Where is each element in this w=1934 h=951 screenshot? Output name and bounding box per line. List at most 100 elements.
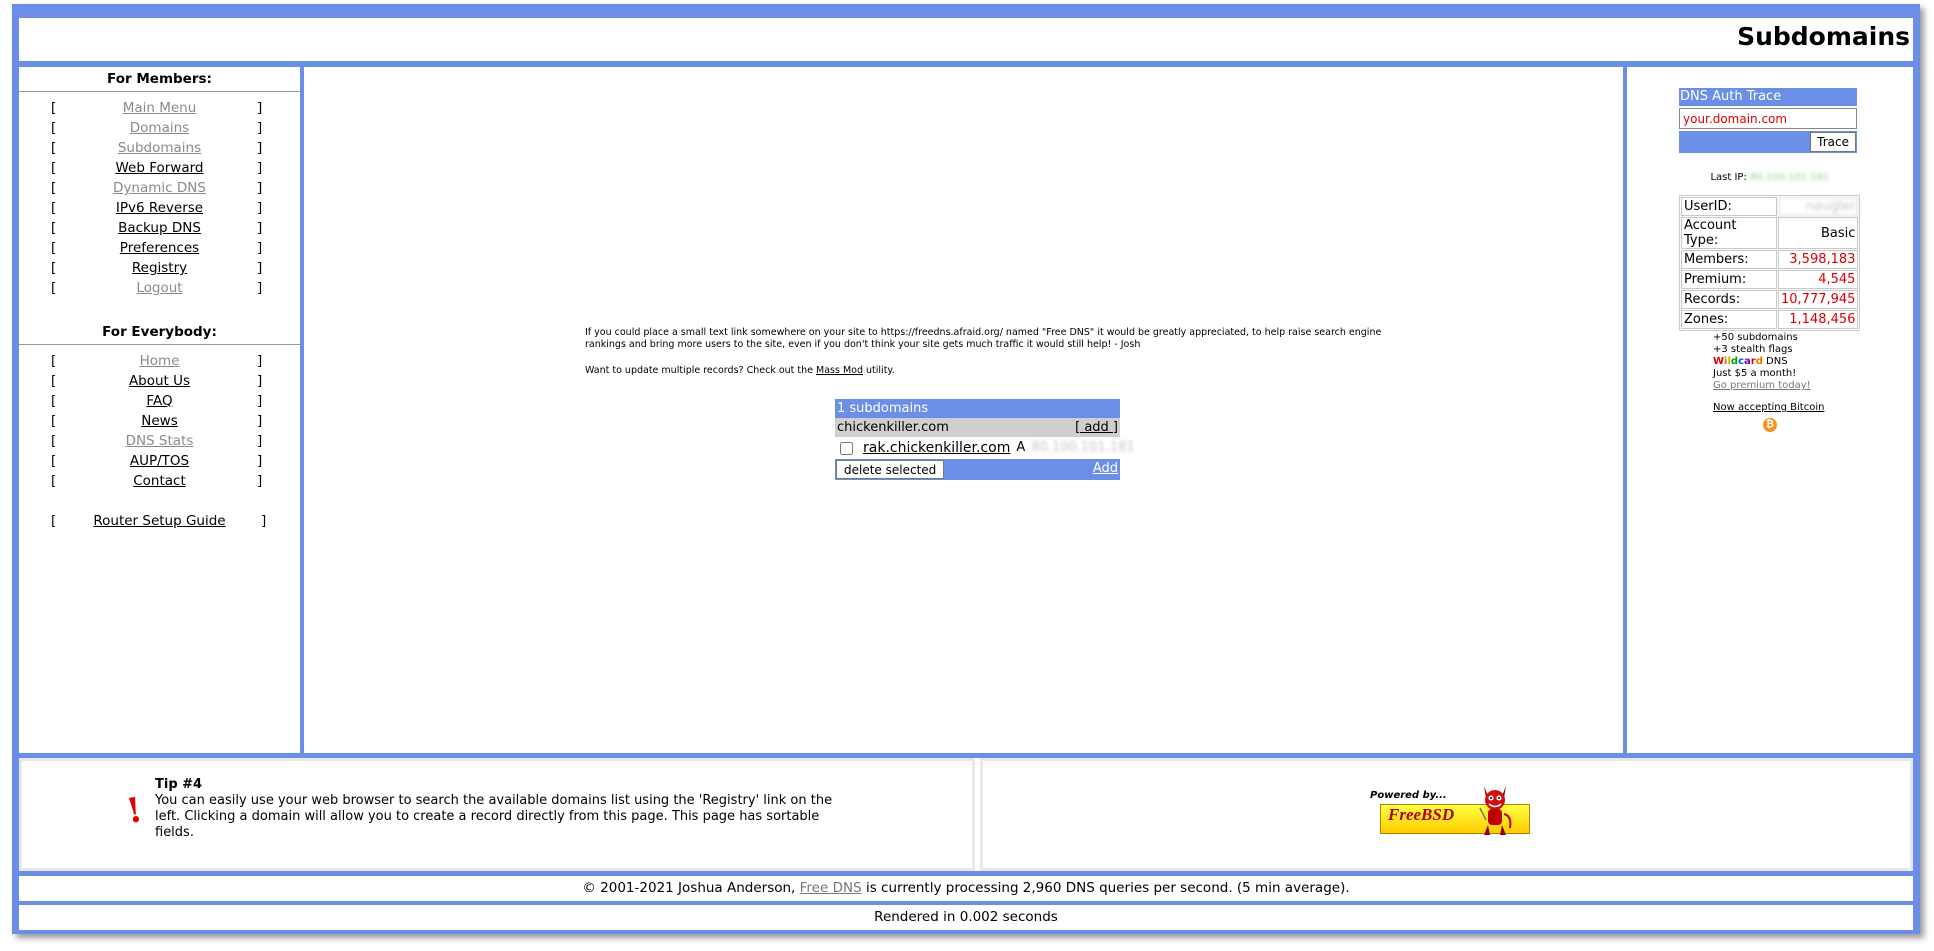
bracket-close: ] — [261, 513, 267, 529]
nav-item-aup-tos: [AUP/TOS] — [19, 451, 300, 471]
bitcoin-link[interactable]: Now accepting Bitcoin — [1713, 402, 1824, 413]
nav-item-registry: [Registry] — [19, 258, 300, 278]
bracket-close: ] — [257, 120, 263, 136]
promo-wildcard-line: Wildcard DNS — [1713, 356, 1824, 368]
go-premium-link[interactable]: Go premium today! — [1713, 380, 1811, 391]
zone-row: chickenkiller.com [ add ] — [835, 418, 1120, 437]
freebsd-text: FreeBSD — [1388, 805, 1455, 824]
trace-button-row: Trace — [1679, 131, 1857, 153]
bracket-close: ] — [257, 240, 263, 256]
promo-line: +50 subdomains — [1713, 332, 1798, 343]
stat-row: UserID: naugler — [1681, 197, 1859, 216]
record-row: rak.chickenkiller.com A 80.100.101.181 — [835, 437, 1135, 459]
nav-item-faq: [FAQ] — [19, 391, 300, 411]
powered-by-text: Powered by... — [1370, 790, 1447, 801]
stat-row: Members: 3,598,183 — [1681, 250, 1859, 269]
nav-item-news: [News] — [19, 411, 300, 431]
nav-item-about-us: [About Us] — [19, 371, 300, 391]
bracket-close: ] — [257, 100, 263, 116]
premium-promo: +50 subdomains +3 stealth flags Wildcard… — [1713, 332, 1824, 432]
promo-line: Just $5 a month! — [1713, 368, 1797, 379]
trace-title: DNS Auth Trace — [1679, 88, 1857, 106]
mass-mod-suffix: utility. — [863, 365, 895, 376]
freebsd-badge[interactable]: Powered by... FreeBSD — [1370, 780, 1530, 848]
stat-value: naugler — [1778, 197, 1859, 216]
record-host-link[interactable]: rak.chickenkiller.com — [863, 437, 1010, 459]
zone-add-link[interactable]: [ add ] — [1075, 418, 1118, 437]
account-stats-table: UserID: naugler Account Type: Basic Member… — [1679, 195, 1861, 331]
dns-trace-panel: DNS Auth Trace Trace — [1679, 88, 1857, 153]
stat-value: Basic — [1778, 217, 1859, 249]
last-ip-label: Last IP: — [1710, 172, 1747, 183]
bracket-close: ] — [257, 413, 263, 429]
sidebar: For Members: [Main Menu] [Domains] [Subd… — [19, 67, 300, 753]
last-ip-value: 80.100.101.181 — [1750, 172, 1830, 183]
mass-mod-prefix: Want to update multiple records? Check o… — [585, 365, 817, 376]
bracket-close: ] — [257, 353, 263, 369]
title-bar: Subdomains — [19, 18, 1913, 61]
everybody-heading: For Everybody: — [102, 324, 217, 340]
delete-selected-button[interactable]: delete selected — [836, 460, 945, 479]
bracket-close: ] — [257, 393, 263, 409]
stat-key: Premium: — [1681, 270, 1777, 289]
tip-title: Tip #4 — [155, 777, 203, 792]
divider — [19, 344, 300, 345]
bracket-close: ] — [257, 473, 263, 489]
stat-row: Account Type: Basic — [1681, 217, 1859, 249]
nav-item-ipv6-reverse: [IPv6 Reverse] — [19, 198, 300, 218]
divider — [19, 91, 300, 92]
render-time-footer: Rendered in 0.002 seconds — [19, 905, 1913, 930]
stat-row: Records: 10,777,945 — [1681, 290, 1859, 309]
nav-item-preferences: [Preferences] — [19, 238, 300, 258]
nav-item-domains: [Domains] — [19, 118, 300, 138]
promo-line: +3 stealth flags — [1713, 344, 1793, 355]
bitcoin-notice: Now accepting Bitcoin ₿ — [1713, 402, 1824, 432]
bracket-close: ] — [257, 140, 263, 156]
copyright-footer: © 2001-2021 Joshua Anderson, Free DNS is… — [19, 876, 1913, 901]
subdomains-table: 1 subdomains chickenkiller.com [ add ] r… — [835, 399, 1135, 480]
nav-item-subdomains: [Subdomains] — [19, 138, 300, 158]
bracket-close: ] — [257, 220, 263, 236]
trace-domain-input[interactable] — [1679, 108, 1857, 129]
record-type: A — [1016, 440, 1026, 455]
tips-area: ! Tip #4 You can easily use your web bro… — [19, 758, 1913, 871]
freebsd-daemon-icon — [1479, 786, 1512, 835]
tip-panel: ! Tip #4 You can easily use your web bro… — [19, 758, 975, 871]
zone-name: chickenkiller.com — [837, 420, 949, 435]
bitcoin-icon: ₿ — [1763, 418, 1777, 432]
last-ip: Last IP: 80.100.101.181 — [1627, 172, 1913, 183]
bracket-close: ] — [257, 180, 263, 196]
nav-item-router-guide: [Router Setup Guide] — [19, 511, 300, 531]
stat-value: 1,148,456 — [1778, 310, 1859, 329]
bracket-close: ] — [257, 200, 263, 216]
badge-panel: Powered by... FreeBSD — [980, 758, 1913, 871]
free-dns-link[interactable]: Free DNS — [800, 880, 862, 896]
mass-mod-link[interactable]: Mass Mod — [816, 365, 863, 376]
nav-item-main-menu: [Main Menu] — [19, 98, 300, 118]
nav-item-logout: [Logout] — [19, 278, 300, 298]
notice: If you could place a small text link som… — [585, 327, 1385, 391]
link-request-text: If you could place a small text link som… — [585, 327, 1382, 350]
nav-item-web-forward: [Web Forward] — [19, 158, 300, 178]
stat-value: 3,598,183 — [1778, 250, 1859, 269]
nav-item-contact: [Contact] — [19, 471, 300, 491]
stat-key: Records: — [1681, 290, 1777, 309]
stat-key: Account Type: — [1681, 217, 1777, 249]
stat-value: 10,777,945 — [1778, 290, 1859, 309]
page-frame: Subdomains For Members: [Main Menu] [Dom… — [12, 4, 1920, 934]
queries-text: is currently processing 2,960 DNS querie… — [861, 880, 1350, 896]
record-checkbox[interactable] — [840, 441, 853, 455]
stat-key: Members: — [1681, 250, 1777, 269]
stat-row: Zones: 1,148,456 — [1681, 310, 1859, 329]
record-value: 80.100.101.181 — [1031, 440, 1135, 455]
right-sidebar: DNS Auth Trace Trace Last IP: 80.100.101… — [1627, 67, 1913, 753]
nav-item-backup-dns: [Backup DNS] — [19, 218, 300, 238]
bracket-close: ] — [257, 260, 263, 276]
table-footer: delete selected Add — [835, 459, 1120, 480]
nav-link-router-guide[interactable]: Router Setup Guide — [19, 511, 300, 531]
trace-button[interactable]: Trace — [1810, 132, 1856, 152]
bracket-close: ] — [257, 453, 263, 469]
wildcard-text: Wildcard — [1713, 356, 1763, 367]
add-record-link[interactable]: Add — [1093, 461, 1118, 476]
dns-text: DNS — [1762, 356, 1788, 367]
